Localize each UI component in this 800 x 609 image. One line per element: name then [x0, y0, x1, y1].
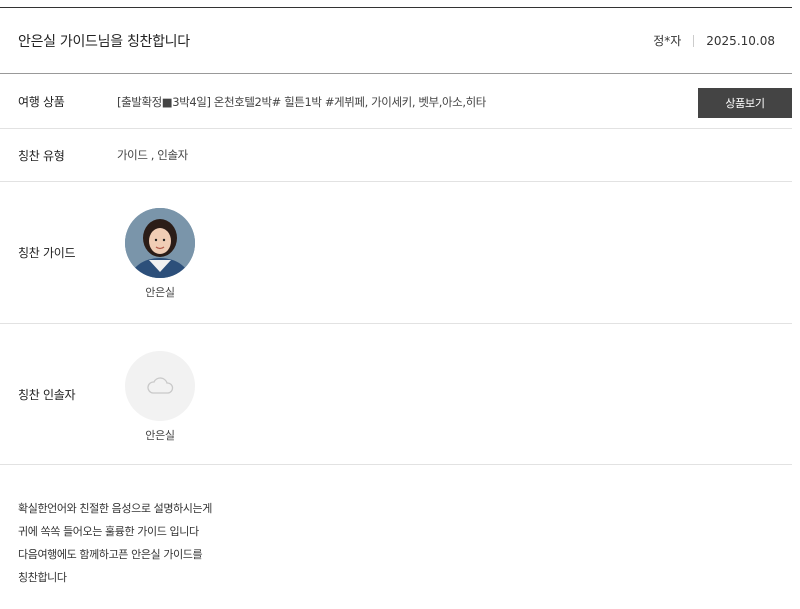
praise-type-label: 칭찬 유형	[18, 148, 65, 163]
guide-name: 안은실	[145, 286, 175, 299]
praise-type-row: 칭찬 유형 가이드 , 인솔자	[0, 129, 792, 182]
praise-message: 확실한언어와 친절한 음성으로 설명하시는게 귀에 쏙쏙 들어오는 훌륭한 가이…	[18, 497, 212, 589]
praise-header: 안은실 가이드님을 칭찬합니다 정*자 2025.10.08	[0, 7, 792, 74]
product-value: [출발확정■3박4일] 온천호텔2박# 힐튼1박 #게뷔페, 가이세키, 벳부,…	[117, 94, 486, 109]
praise-guide-row: 칭찬 가이드 안은실	[0, 182, 792, 324]
view-product-button[interactable]: 상품보기	[698, 88, 792, 118]
cloud-placeholder-icon	[125, 351, 195, 421]
message-line: 다음여행에도 함께하고픈 안은실 가이드를	[18, 548, 203, 561]
praise-type-value: 가이드 , 인솔자	[117, 148, 188, 162]
guide-profile: 안은실	[125, 208, 195, 300]
praise-escort-row: 칭찬 인솔자 안은실	[0, 324, 792, 465]
praise-guide-label: 칭찬 가이드	[18, 246, 76, 260]
post-meta: 정*자 2025.10.08	[653, 32, 775, 49]
product-row: 여행 상품 [출발확정■3박4일] 온천호텔2박# 힐튼1박 #게뷔페, 가이세…	[0, 75, 792, 129]
message-line: 귀에 쏙쏙 들어오는 훌륭한 가이드 입니다	[18, 525, 199, 538]
author-name: 정*자	[653, 34, 682, 48]
praise-detail: 안은실 가이드님을 칭찬합니다 정*자 2025.10.08 여행 상품 [출발…	[0, 0, 792, 609]
post-date: 2025.10.08	[706, 33, 775, 48]
page-title: 안은실 가이드님을 칭찬합니다	[18, 33, 190, 50]
person-photo-icon	[125, 208, 195, 278]
message-line: 확실한언어와 친절한 음성으로 설명하시는게	[18, 502, 212, 515]
praise-escort-label: 칭찬 인솔자	[18, 387, 76, 402]
escort-profile: 안은실	[125, 351, 195, 443]
escort-name: 안은실	[145, 429, 175, 442]
meta-divider	[693, 34, 695, 47]
message-line: 칭찬합니다	[18, 571, 67, 584]
product-label: 여행 상품	[18, 95, 65, 109]
